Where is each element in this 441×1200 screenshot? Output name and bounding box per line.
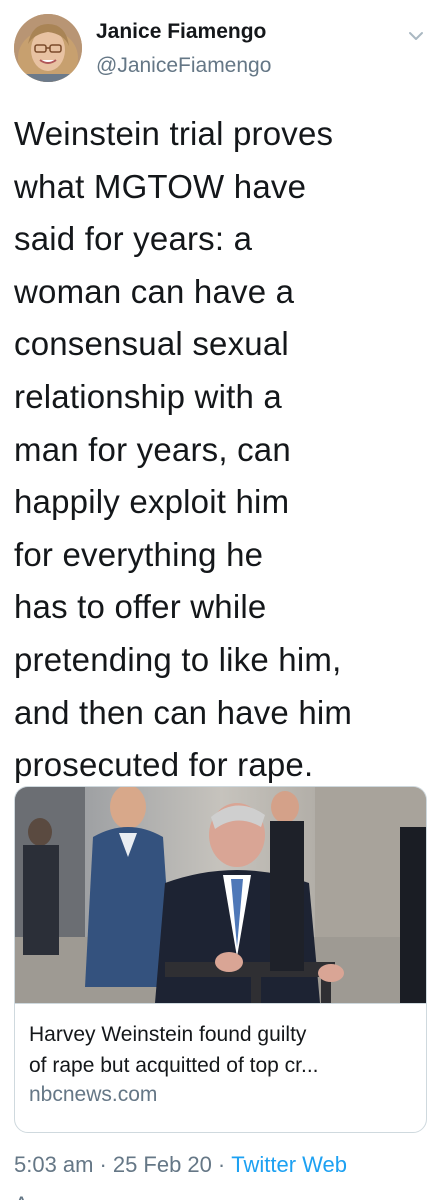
card-divider <box>15 1003 426 1004</box>
card-title-line: Harvey Weinstein found guilty <box>29 1023 307 1046</box>
tweet: Janice Fiamengo @JaniceFiamengo Weinstei… <box>0 0 441 1200</box>
tweet-metadata: 5:03 am · 25 Feb 20 · Twitter Web <box>14 1152 347 1178</box>
tweet-text-line: Weinstein trial proves <box>14 115 334 152</box>
card-title-line: of rape but acquitted of top cr... <box>29 1054 319 1077</box>
meta-separator: · <box>99 1152 107 1177</box>
link-preview-image[interactable] <box>15 787 426 1003</box>
news-photo <box>15 787 426 1003</box>
meta-separator: · <box>217 1152 226 1177</box>
profile-photo-icon <box>14 14 82 82</box>
tweet-text: Weinstein trial proves what MGTOW have s… <box>14 108 436 792</box>
tweet-text-line: relationship with a <box>14 377 282 415</box>
cut-off-text: A <box>14 1192 29 1200</box>
link-preview-title[interactable]: Harvey Weinstein found guilty of rape bu… <box>29 1019 419 1081</box>
tweet-text-line: man for years, can <box>14 430 291 468</box>
tweet-text-line: said for years: a <box>14 220 253 258</box>
avatar[interactable] <box>14 14 82 82</box>
tweet-date[interactable]: 25 Feb 20 <box>113 1152 212 1177</box>
tweet-time[interactable]: 5:03 am <box>14 1152 94 1177</box>
tweet-text-line: for everything he <box>14 535 264 573</box>
link-preview-domain: nbcnews.com <box>29 1083 158 1106</box>
tweet-menu-button[interactable] <box>406 26 426 46</box>
tweet-text-line: woman can have a <box>14 272 295 310</box>
tweet-text-line: happily exploit him <box>14 483 290 521</box>
author-handle[interactable]: @JaniceFiamengo <box>96 54 271 78</box>
tweet-text-line: pretending to like him, <box>14 640 342 678</box>
tweet-text-line: prosecuted for rape. <box>14 746 314 784</box>
chevron-down-icon <box>409 32 423 40</box>
author-display-name[interactable]: Janice Fiamengo <box>96 20 266 44</box>
tweet-text-line: what MGTOW have <box>14 167 307 205</box>
tweet-text-line: has to offer while <box>14 588 267 626</box>
tweet-text-line: and then can have him <box>14 693 353 731</box>
tweet-text-line: consensual sexual <box>14 325 289 363</box>
tweet-source-link[interactable]: Twitter Web <box>231 1152 347 1177</box>
link-preview-card[interactable]: Harvey Weinstein found guilty of rape bu… <box>14 786 427 1133</box>
